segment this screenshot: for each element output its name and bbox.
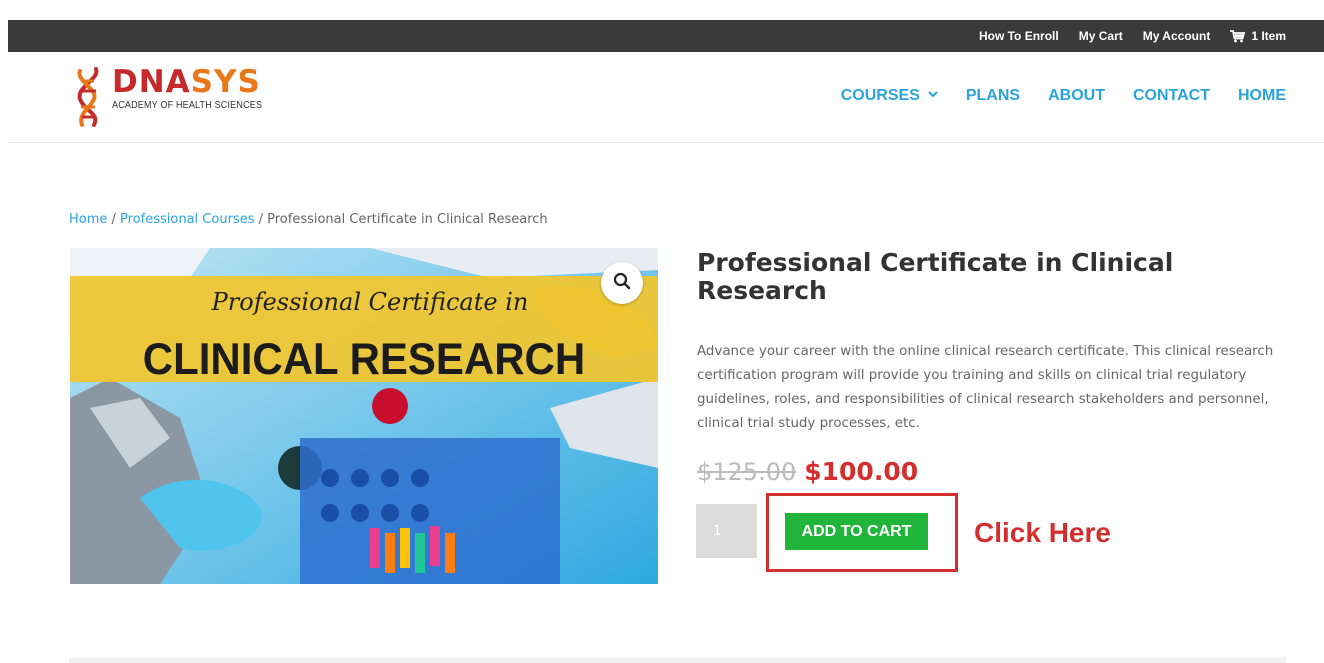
image-script-text: Professional Certificate in	[211, 288, 529, 316]
cart-items-link[interactable]: 1 Item	[1230, 29, 1286, 43]
add-to-cart-button[interactable]: ADD TO CART	[785, 513, 928, 550]
cart-count-label: 1 Item	[1251, 29, 1286, 43]
product-image-illustration: Professional Certificate in CLINICAL RES…	[70, 248, 658, 584]
quantity-input[interactable]	[696, 504, 757, 558]
nav-plans[interactable]: PLANS	[966, 87, 1020, 105]
topbar-links: How To Enroll My Cart My Account 1 Item	[979, 20, 1286, 52]
breadcrumb: Home / Professional Courses / Profession…	[69, 212, 548, 227]
logo-text: DNASYS ACADEMY OF HEALTH SCIENCES	[112, 64, 287, 112]
shopping-cart-icon	[1230, 29, 1246, 43]
breadcrumb-separator: /	[254, 212, 268, 227]
chevron-down-icon	[928, 89, 938, 101]
image-zoom-button[interactable]	[601, 262, 643, 304]
nav-courses-label: COURSES	[840, 87, 920, 104]
nav-home[interactable]: HOME	[1238, 87, 1286, 105]
breadcrumb-current: Professional Certificate in Clinical Res…	[267, 212, 548, 227]
sale-price: $100.00	[804, 457, 919, 486]
how-to-enroll-link[interactable]: How To Enroll	[979, 29, 1059, 43]
breadcrumb-home-link[interactable]: Home	[69, 212, 107, 227]
nav-courses[interactable]: COURSES	[841, 87, 938, 105]
top-utility-bar: How To Enroll My Cart My Account 1 Item	[8, 20, 1324, 52]
site-header: DNASYS ACADEMY OF HEALTH SCIENCES COURSE…	[8, 52, 1324, 143]
main-navigation: COURSES PLANS ABOUT CONTACT HOME	[841, 87, 1286, 105]
search-icon	[613, 272, 631, 295]
product-description: Advance your career with the online clin…	[697, 344, 1274, 431]
breadcrumb-category-link[interactable]: Professional Courses	[120, 212, 254, 227]
logo-brand-name: DNASYS	[112, 64, 261, 100]
my-account-link[interactable]: My Account	[1143, 29, 1211, 43]
click-here-annotation: Click Here	[974, 517, 1111, 548]
nav-contact[interactable]: CONTACT	[1133, 87, 1210, 105]
image-headline-text: CLINICAL RESEARCH	[143, 335, 585, 384]
my-cart-link[interactable]: My Cart	[1079, 29, 1123, 43]
product-image[interactable]: Professional Certificate in CLINICAL RES…	[70, 248, 658, 584]
breadcrumb-separator: /	[107, 212, 121, 227]
price-row: $125.00 $100.00	[697, 457, 918, 486]
bottom-section-strip	[69, 657, 1286, 663]
product-title: Professional Certificate in Clinical Res…	[697, 248, 1174, 305]
dna-helix-logo-icon	[70, 67, 106, 129]
nav-about[interactable]: ABOUT	[1048, 87, 1105, 105]
original-price: $125.00	[697, 458, 797, 486]
logo-tagline: ACADEMY OF HEALTH SCIENCES	[112, 99, 263, 111]
site-logo[interactable]: DNASYS ACADEMY OF HEALTH SCIENCES	[70, 67, 287, 129]
